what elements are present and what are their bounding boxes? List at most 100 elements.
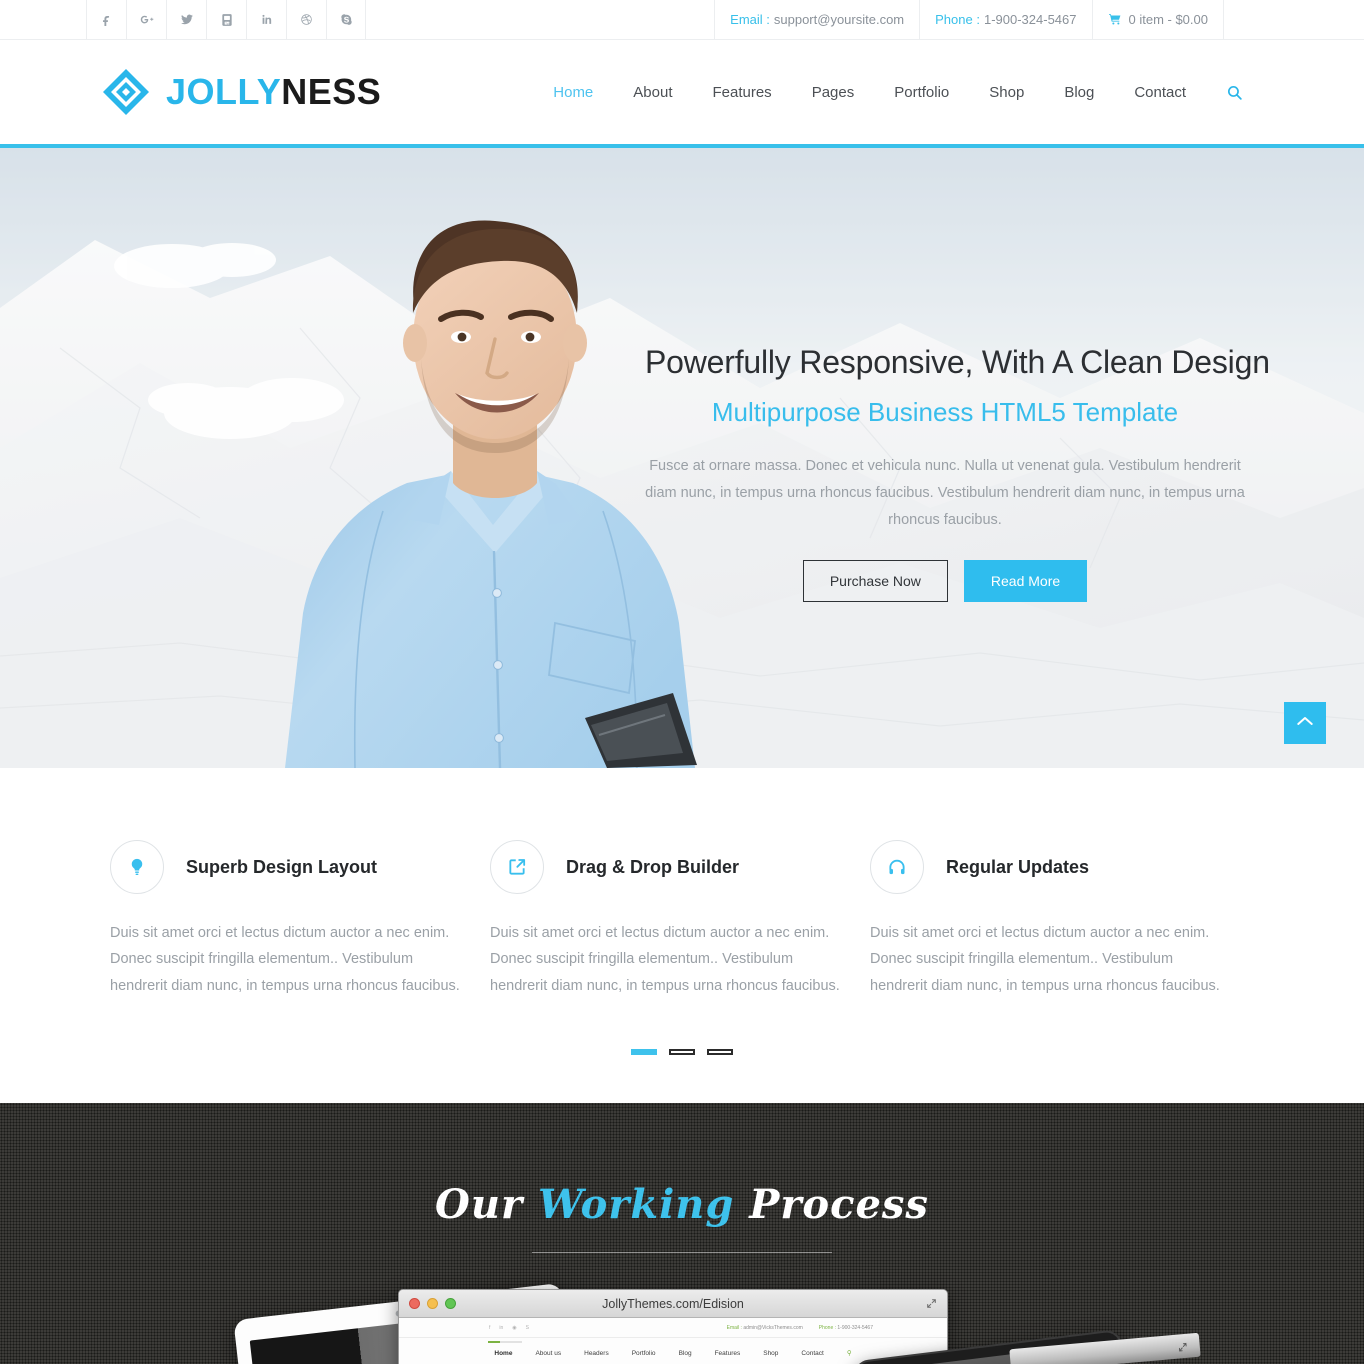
search-icon[interactable] <box>1219 77 1249 107</box>
phone-label: Phone : <box>935 12 980 27</box>
social-links: Tube <box>86 0 366 39</box>
purchase-now-button[interactable]: Purchase Now <box>802 560 948 603</box>
section-title-part2: Process <box>734 1181 929 1228</box>
mockup-search-icon[interactable]: ⚲ <box>847 1349 852 1357</box>
feature-title: Regular Updates <box>946 856 1090 877</box>
nav-item-features[interactable]: Features <box>692 76 791 109</box>
facebook-icon[interactable] <box>86 0 126 39</box>
nav-item-pages[interactable]: Pages <box>792 76 875 109</box>
mockup-nav-contact[interactable]: Contact <box>801 1350 823 1357</box>
expand-icon[interactable] <box>926 1298 937 1309</box>
skype-icon[interactable] <box>326 0 366 39</box>
title-divider <box>532 1252 832 1253</box>
mockup-nav-about-us[interactable]: About us <box>535 1350 561 1357</box>
cart-icon <box>1108 13 1122 26</box>
mockup-nav-shop[interactable]: Shop <box>763 1350 778 1357</box>
features-row: Superb Design Layout Duis sit amet orci … <box>0 840 1364 999</box>
hero-subtitle: Multipurpose Business HTML5 Template <box>711 397 1179 427</box>
mockup-phone: Phone : 1-900-324-5467 <box>819 1325 873 1331</box>
carousel-indicator-1[interactable] <box>631 1049 657 1056</box>
site-logo[interactable]: JOLLYNESS <box>100 66 381 118</box>
mockup-nav-blog[interactable]: Blog <box>679 1350 692 1357</box>
email-label: Email : <box>730 12 770 27</box>
carousel-indicator-3[interactable] <box>707 1049 733 1056</box>
top-bar: Tube Email : support@yoursite.com Phone … <box>0 0 1364 40</box>
mockup-contact-info: Email : admin@VicksThemes.com Phone : 1-… <box>727 1325 873 1331</box>
logo-text-secondary: NESS <box>281 71 382 112</box>
logo-diamond-icon <box>100 66 152 118</box>
landing-page: Tube Email : support@yoursite.com Phone … <box>0 0 1364 1364</box>
mockup-phone-label: Phone : <box>818 1324 837 1331</box>
expand-icon <box>1177 1339 1189 1358</box>
nav-item-blog[interactable]: Blog <box>1044 76 1114 109</box>
browser-title-bar: JollyThemes.com/Edision <box>399 1290 947 1318</box>
feature-header: Regular Updates <box>870 840 1250 894</box>
hero-description: Fusce at ornare massa. Donec et vehicula… <box>645 458 1245 528</box>
facebook-icon[interactable]: f <box>489 1325 490 1331</box>
top-bar-info: Email : support@yoursite.com Phone : 1-9… <box>714 0 1224 39</box>
nav-item-portfolio[interactable]: Portfolio <box>874 76 969 109</box>
main-navigation: Home About Features Pages Portfolio Shop… <box>533 76 1206 109</box>
mockup-email: Email : admin@VicksThemes.com <box>727 1325 803 1331</box>
mockup-email-value: admin@VicksThemes.com <box>743 1324 803 1331</box>
read-more-button[interactable]: Read More <box>963 560 1088 603</box>
nav-item-shop[interactable]: Shop <box>969 76 1044 109</box>
nav-item-about[interactable]: About <box>613 76 692 109</box>
carousel-indicator-2[interactable] <box>669 1049 695 1056</box>
share-box-icon <box>490 840 544 894</box>
feature-card-drag-drop-builder: Drag & Drop Builder Duis sit amet orci e… <box>490 840 870 999</box>
mockup-nav-features[interactable]: Features <box>715 1350 741 1357</box>
nav-item-home[interactable]: Home <box>533 76 613 109</box>
nav-item-contact[interactable]: Contact <box>1114 76 1206 109</box>
site-header: JOLLYNESS Home About Features Pages Port… <box>0 40 1364 148</box>
feature-title: Drag & Drop Builder <box>566 856 740 877</box>
linkedin-icon[interactable] <box>246 0 286 39</box>
cart-text: 0 item - $0.00 <box>1128 12 1209 27</box>
phone-value: 1-900-324-5467 <box>983 12 1077 27</box>
mockup-email-label: Email : <box>726 1324 742 1331</box>
email-info[interactable]: Email : support@yoursite.com <box>714 0 919 39</box>
mockup-nav-portfolio[interactable]: Portfolio <box>632 1350 656 1357</box>
hero-copy: Powerfully Responsive, With A Clean Desi… <box>645 344 1270 603</box>
phone-info[interactable]: Phone : 1-900-324-5467 <box>919 0 1091 39</box>
youtube-icon[interactable]: Tube <box>206 0 246 39</box>
linkedin-icon[interactable]: in <box>499 1325 503 1331</box>
feature-description: Duis sit amet orci et lectus dictum auct… <box>870 925 1220 994</box>
logo-text-primary: JOLLY <box>166 71 282 112</box>
hero-slider: Powerfully Responsive, With A Clean Desi… <box>0 148 1364 768</box>
cart-summary[interactable]: 0 item - $0.00 <box>1091 0 1224 39</box>
browser-mockup: JollyThemes.com/Edision f in ◉ S Email :… <box>398 1289 948 1364</box>
device-mockups: JollyThemes.com/Edision f in ◉ S Email :… <box>0 1282 1364 1364</box>
lightbulb-icon <box>110 840 164 894</box>
section-title-highlight: Working <box>537 1181 735 1228</box>
feature-header: Drag & Drop Builder <box>490 840 870 894</box>
twitter-icon[interactable] <box>166 0 206 39</box>
mockup-nav-headers[interactable]: Headers <box>584 1350 609 1357</box>
section-title: Our Working Process <box>0 1103 1364 1228</box>
email-value: support@yoursite.com <box>773 12 905 27</box>
feature-title: Superb Design Layout <box>186 856 378 877</box>
hero-title: Powerfully Responsive, With A Clean Desi… <box>645 344 1270 380</box>
feature-header: Superb Design Layout <box>110 840 490 894</box>
logo-text: JOLLYNESS <box>166 71 381 113</box>
mockup-phone-value: 1-900-324-5467 <box>837 1324 873 1331</box>
browser-url: JollyThemes.com/Edision <box>602 1296 744 1311</box>
mockup-nav-home[interactable]: Home <box>488 1340 523 1357</box>
dribbble-icon[interactable] <box>286 0 326 39</box>
headphones-icon <box>870 840 924 894</box>
carousel-indicators <box>0 1049 1364 1056</box>
google-plus-icon[interactable] <box>126 0 166 39</box>
chevron-up-icon <box>1296 714 1314 732</box>
dribbble-icon[interactable]: ◉ <box>512 1325 516 1331</box>
features-section: Superb Design Layout Duis sit amet orci … <box>0 768 1364 1103</box>
feature-card-superb-design-layout: Superb Design Layout Duis sit amet orci … <box>110 840 490 999</box>
working-process-section: Our Working Process JollyThemes.com/Edis… <box>0 1103 1364 1364</box>
scroll-to-top-button[interactable] <box>1284 702 1326 744</box>
mockup-social-links: f in ◉ S <box>489 1325 529 1331</box>
feature-card-regular-updates: Regular Updates Duis sit amet orci et le… <box>870 840 1250 999</box>
svg-text:Tube: Tube <box>225 21 231 25</box>
section-title-part1: Our <box>435 1181 538 1228</box>
skype-icon[interactable]: S <box>526 1325 529 1331</box>
feature-description: Duis sit amet orci et lectus dictum auct… <box>490 925 840 994</box>
hero-buttons: Purchase Now Read More <box>645 560 1245 603</box>
